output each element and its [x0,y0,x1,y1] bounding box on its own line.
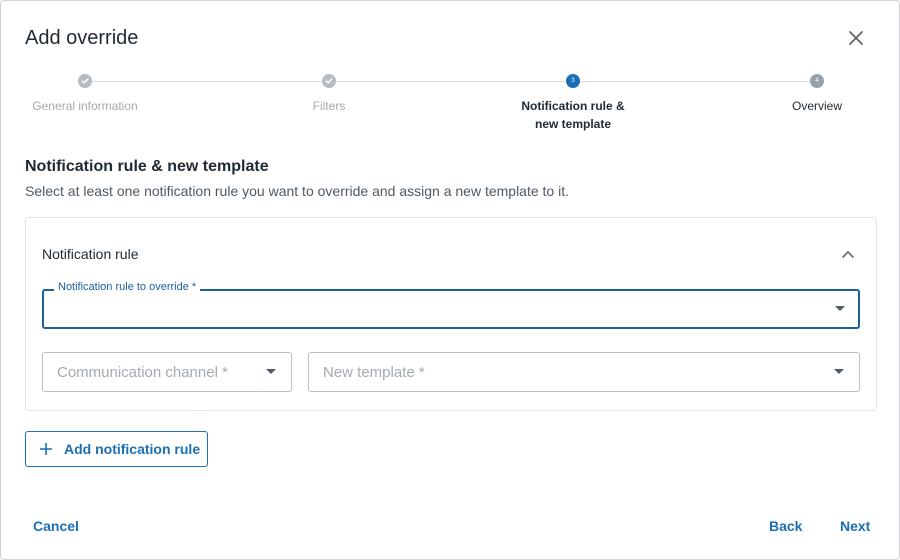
step-label: General information [32,99,138,113]
button-label: Add notification rule [64,441,201,457]
step-completed-indicator [322,74,336,88]
back-button[interactable]: Back [769,518,802,534]
check-icon [81,78,89,84]
add-override-dialog: Add override General information Filters… [0,0,900,560]
close-button[interactable] [844,26,868,50]
step-overview[interactable]: 4 Overview [727,74,900,115]
next-button[interactable]: Next [840,518,870,534]
plus-icon [40,443,52,455]
step-completed-indicator [78,74,92,88]
section-description: Select at least one notification rule yo… [25,183,569,199]
add-notification-rule-button[interactable]: Add notification rule [25,431,208,467]
step-general-information[interactable]: General information [0,74,175,115]
dropdown-arrow-icon [835,306,845,311]
step-number-indicator: 4 [810,74,824,88]
notification-rule-card: Notification rule Notification rule to o… [25,217,877,411]
new-template-select[interactable]: New template * [308,352,860,392]
step-number-indicator: 3 [566,74,580,88]
step-label: Filters [312,99,346,113]
communication-channel-select[interactable]: Communication channel * [42,352,292,392]
check-icon [325,78,333,84]
field-placeholder: Communication channel * [57,364,228,381]
notification-rule-select[interactable]: Notification rule to override * [42,281,860,329]
chevron-up-icon [842,251,854,258]
card-title: Notification rule [42,246,139,262]
collapse-button[interactable] [838,244,858,264]
field-placeholder: New template * [323,364,425,381]
section-title: Notification rule & new template [25,158,269,175]
step-label: Notification rule & new template [521,99,625,131]
step-label: Overview [791,99,842,113]
step-notification-rule[interactable]: 3 Notification rule & new template [483,74,663,133]
step-filters[interactable]: Filters [239,74,419,115]
dropdown-arrow-icon [834,369,844,374]
dialog-title: Add override [25,27,139,49]
cancel-button[interactable]: Cancel [33,518,79,534]
dropdown-arrow-icon [266,369,276,374]
field-label: Notification rule to override * [54,281,201,293]
close-icon [849,31,863,45]
